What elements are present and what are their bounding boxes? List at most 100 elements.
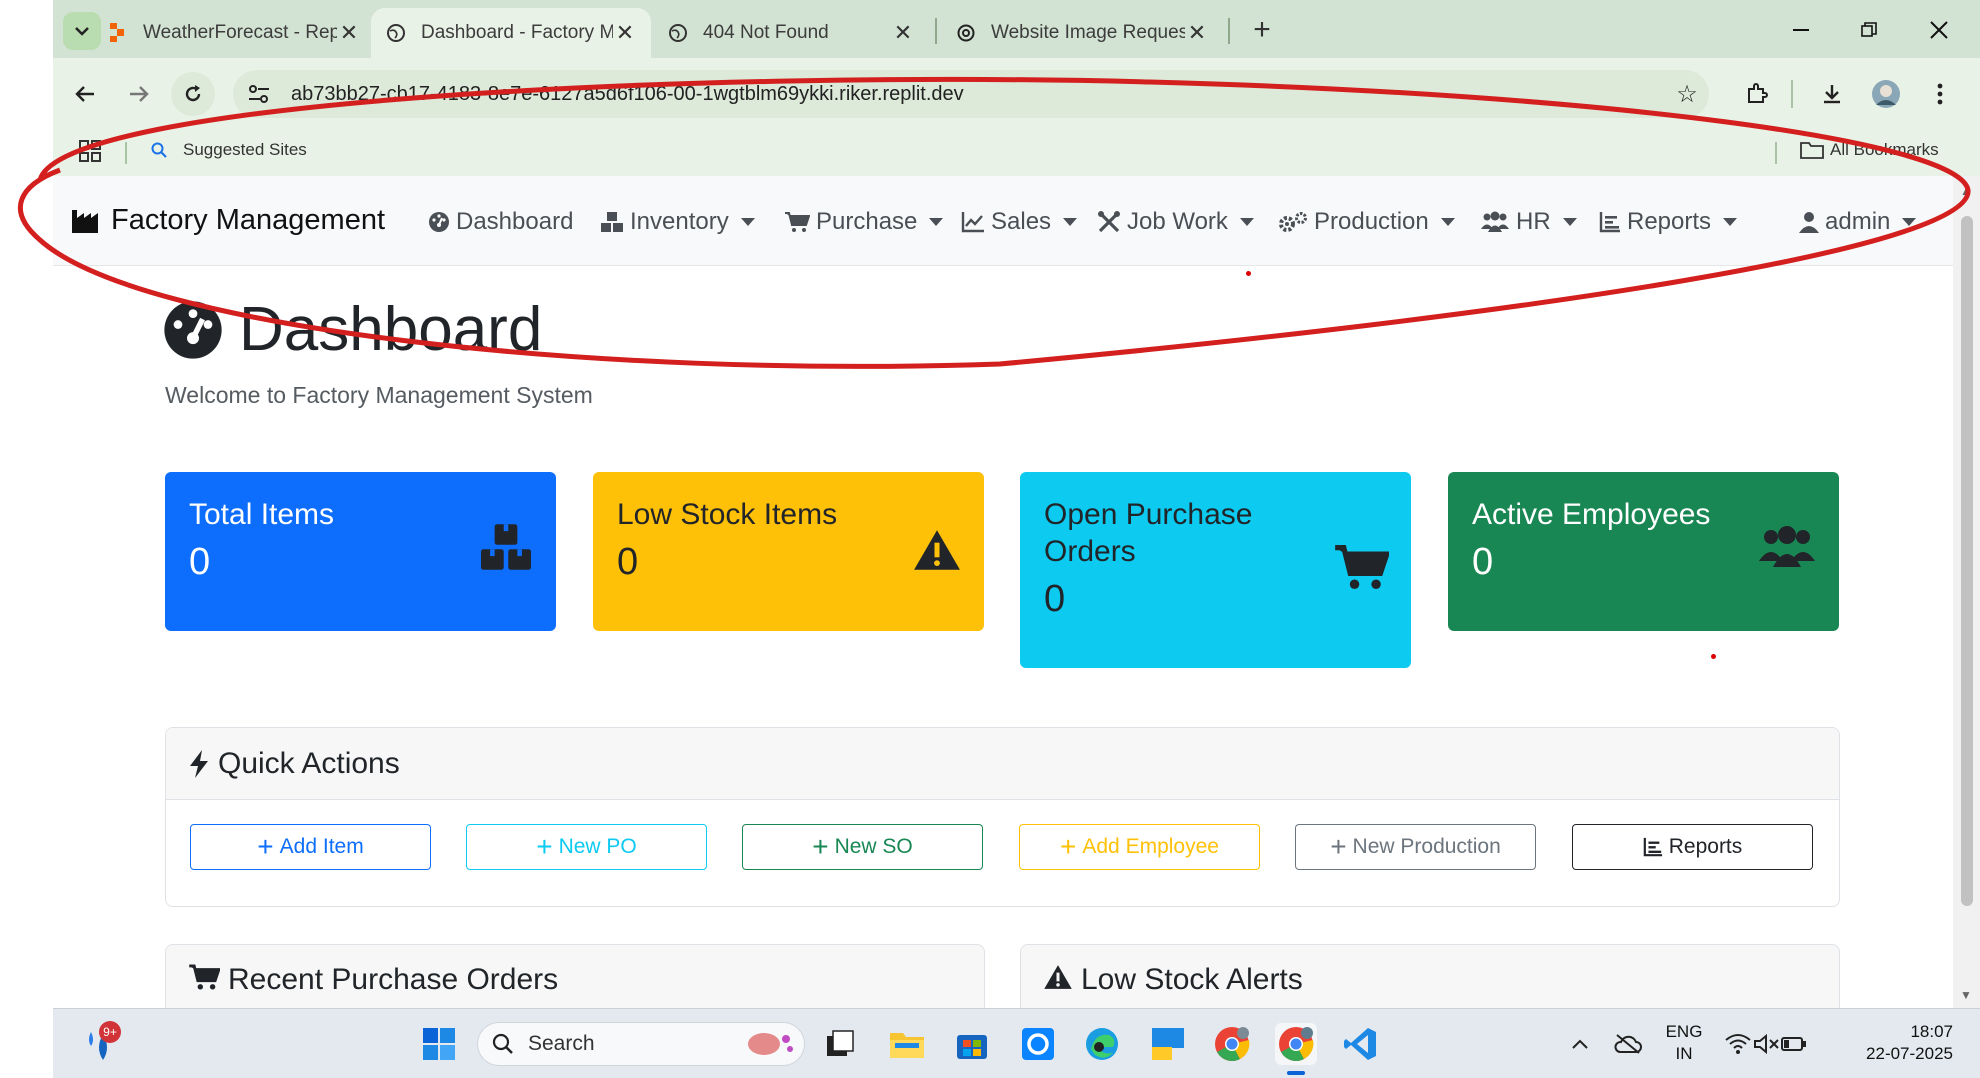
new-po-button[interactable]: + New PO (466, 824, 707, 870)
recent-purchase-orders-card: Recent Purchase Orders (165, 944, 985, 1008)
language-indicator[interactable]: ENG IN (1659, 1021, 1709, 1065)
button-label: New Production (1352, 835, 1501, 858)
nav-reports[interactable]: Reports (1599, 208, 1738, 236)
clock-date: 22-07-2025 (1866, 1044, 1953, 1063)
stat-card-total-items: Total Items 0 (165, 472, 556, 631)
close-icon[interactable]: ✕ (891, 20, 915, 46)
file-explorer-button[interactable] (886, 1023, 928, 1065)
address-bar[interactable]: ab73bb27-cb17-4183-8e7e-6127a5d6f106-00-… (233, 70, 1709, 118)
tab-404[interactable]: 404 Not Found ✕ (653, 8, 929, 58)
tab-title: Dashboard - Factory Manageme (421, 22, 613, 43)
new-production-button[interactable]: + New Production (1295, 824, 1536, 870)
nav-hr[interactable]: HR (1480, 208, 1577, 236)
folder-icon (1800, 142, 1824, 159)
forward-arrow-icon (130, 86, 149, 102)
navbar-brand[interactable]: Factory Management (71, 204, 385, 237)
start-button[interactable] (418, 1023, 460, 1065)
line-chart-icon (961, 212, 984, 233)
bookmark-divider (125, 142, 127, 164)
plus-icon: + (1060, 831, 1077, 862)
chrome-profile-1-button[interactable] (1211, 1023, 1253, 1065)
chrome-profile-2-button[interactable] (1275, 1023, 1317, 1065)
reports-button[interactable]: Reports (1572, 824, 1813, 870)
chevron-up-icon (1572, 1039, 1588, 1049)
caret-down-icon (1723, 218, 1738, 226)
screen: WeatherForecast - Replit ✕ Dashboard - F… (0, 0, 1980, 1078)
new-so-button[interactable]: + New SO (742, 824, 983, 870)
panel-title: Quick Actions (218, 746, 400, 780)
nav-production[interactable]: Production (1278, 208, 1455, 236)
profile-button[interactable] (1864, 72, 1908, 116)
all-bookmarks-button[interactable]: All Bookmarks (1800, 140, 1939, 160)
vscode-button[interactable] (1339, 1023, 1381, 1065)
edge-button[interactable] (1081, 1023, 1123, 1065)
minimize-button[interactable] (1771, 8, 1831, 52)
cortana-button[interactable] (1017, 1023, 1059, 1065)
scroll-up-icon[interactable]: ▲ (1960, 184, 1972, 198)
close-icon[interactable]: ✕ (613, 20, 637, 46)
bookmark-divider (1775, 142, 1777, 164)
downloads-button[interactable] (1810, 72, 1854, 116)
page-scrollbar[interactable]: ▲ ▼ (1953, 176, 1980, 1008)
user-menu[interactable]: admin (1799, 208, 1917, 236)
tab-website-image-request[interactable]: Website Image Request ✕ (941, 8, 1223, 58)
nav-sales[interactable]: Sales (961, 208, 1078, 236)
annotation-dot (1711, 654, 1716, 659)
boxes-icon (481, 524, 531, 570)
site-settings-icon[interactable] (239, 74, 279, 114)
openai-icon (955, 22, 977, 44)
bookmark-star-icon[interactable]: ☆ (1665, 80, 1709, 109)
bookmark-label: All Bookmarks (1830, 140, 1939, 159)
tab-weatherforecast[interactable]: WeatherForecast - Replit ✕ (93, 8, 375, 58)
battery-button[interactable] (1773, 1023, 1815, 1065)
left-margin (0, 0, 53, 1078)
nav-dashboard[interactable]: Dashboard (428, 208, 573, 236)
battery-icon (1781, 1037, 1806, 1051)
forward-button[interactable] (117, 72, 161, 116)
gauge-icon (429, 212, 449, 232)
nav-purchase[interactable]: Purchase (784, 208, 944, 236)
new-tab-button[interactable]: + (1243, 12, 1281, 48)
apps-button[interactable] (79, 140, 101, 162)
bar-chart-icon (1643, 837, 1662, 857)
chrome-menu-button[interactable] (1918, 72, 1962, 116)
nav-label: Purchase (816, 208, 918, 235)
store-button[interactable] (951, 1023, 993, 1065)
reload-button[interactable] (171, 72, 215, 116)
boxes-icon (601, 212, 623, 232)
web-page: Factory Management Dashboard Inventory P… (53, 176, 1953, 1008)
extensions-button[interactable] (1735, 72, 1779, 116)
stat-label: Total Items (189, 498, 335, 531)
nav-job-work[interactable]: Job Work (1097, 208, 1254, 236)
plus-icon: + (812, 831, 829, 862)
scroll-down-icon[interactable]: ▼ (1960, 988, 1972, 1002)
sticky-notes-button[interactable] (1147, 1023, 1189, 1065)
add-item-button[interactable]: + Add Item (190, 824, 431, 870)
brand-label: Factory Management (111, 204, 386, 236)
bookmarks-bar: Suggested Sites All Bookmarks (53, 130, 1980, 176)
clock[interactable]: 18:07 22-07-2025 (1843, 1021, 1953, 1065)
taskbar-search[interactable]: Search (477, 1022, 805, 1066)
restore-button[interactable] (1839, 8, 1899, 52)
close-icon[interactable]: ✕ (1185, 20, 1209, 46)
active-app-indicator (1287, 1071, 1305, 1075)
button-label: Add Employee (1082, 835, 1219, 858)
button-label: Reports (1668, 835, 1743, 858)
close-window-button[interactable] (1909, 8, 1969, 52)
close-icon[interactable]: ✕ (337, 20, 361, 46)
search-label: Search (528, 1032, 595, 1055)
nav-inventory[interactable]: Inventory (600, 208, 755, 236)
tray-overflow-button[interactable] (1559, 1023, 1601, 1065)
back-button[interactable] (63, 72, 107, 116)
card-title: Low Stock Alerts (1081, 963, 1303, 996)
tab-title: 404 Not Found (703, 22, 829, 43)
back-arrow-icon (75, 86, 94, 102)
cart-icon (785, 212, 810, 232)
task-view-button[interactable] (819, 1023, 861, 1065)
add-employee-button[interactable]: + Add Employee (1019, 824, 1260, 870)
caret-down-icon (1063, 218, 1078, 226)
tab-dashboard[interactable]: Dashboard - Factory Manageme ✕ (371, 8, 651, 58)
onedrive-button[interactable] (1607, 1023, 1649, 1065)
scroll-thumb[interactable] (1961, 216, 1973, 906)
bookmark-suggested-sites[interactable]: Suggested Sites (151, 140, 307, 160)
